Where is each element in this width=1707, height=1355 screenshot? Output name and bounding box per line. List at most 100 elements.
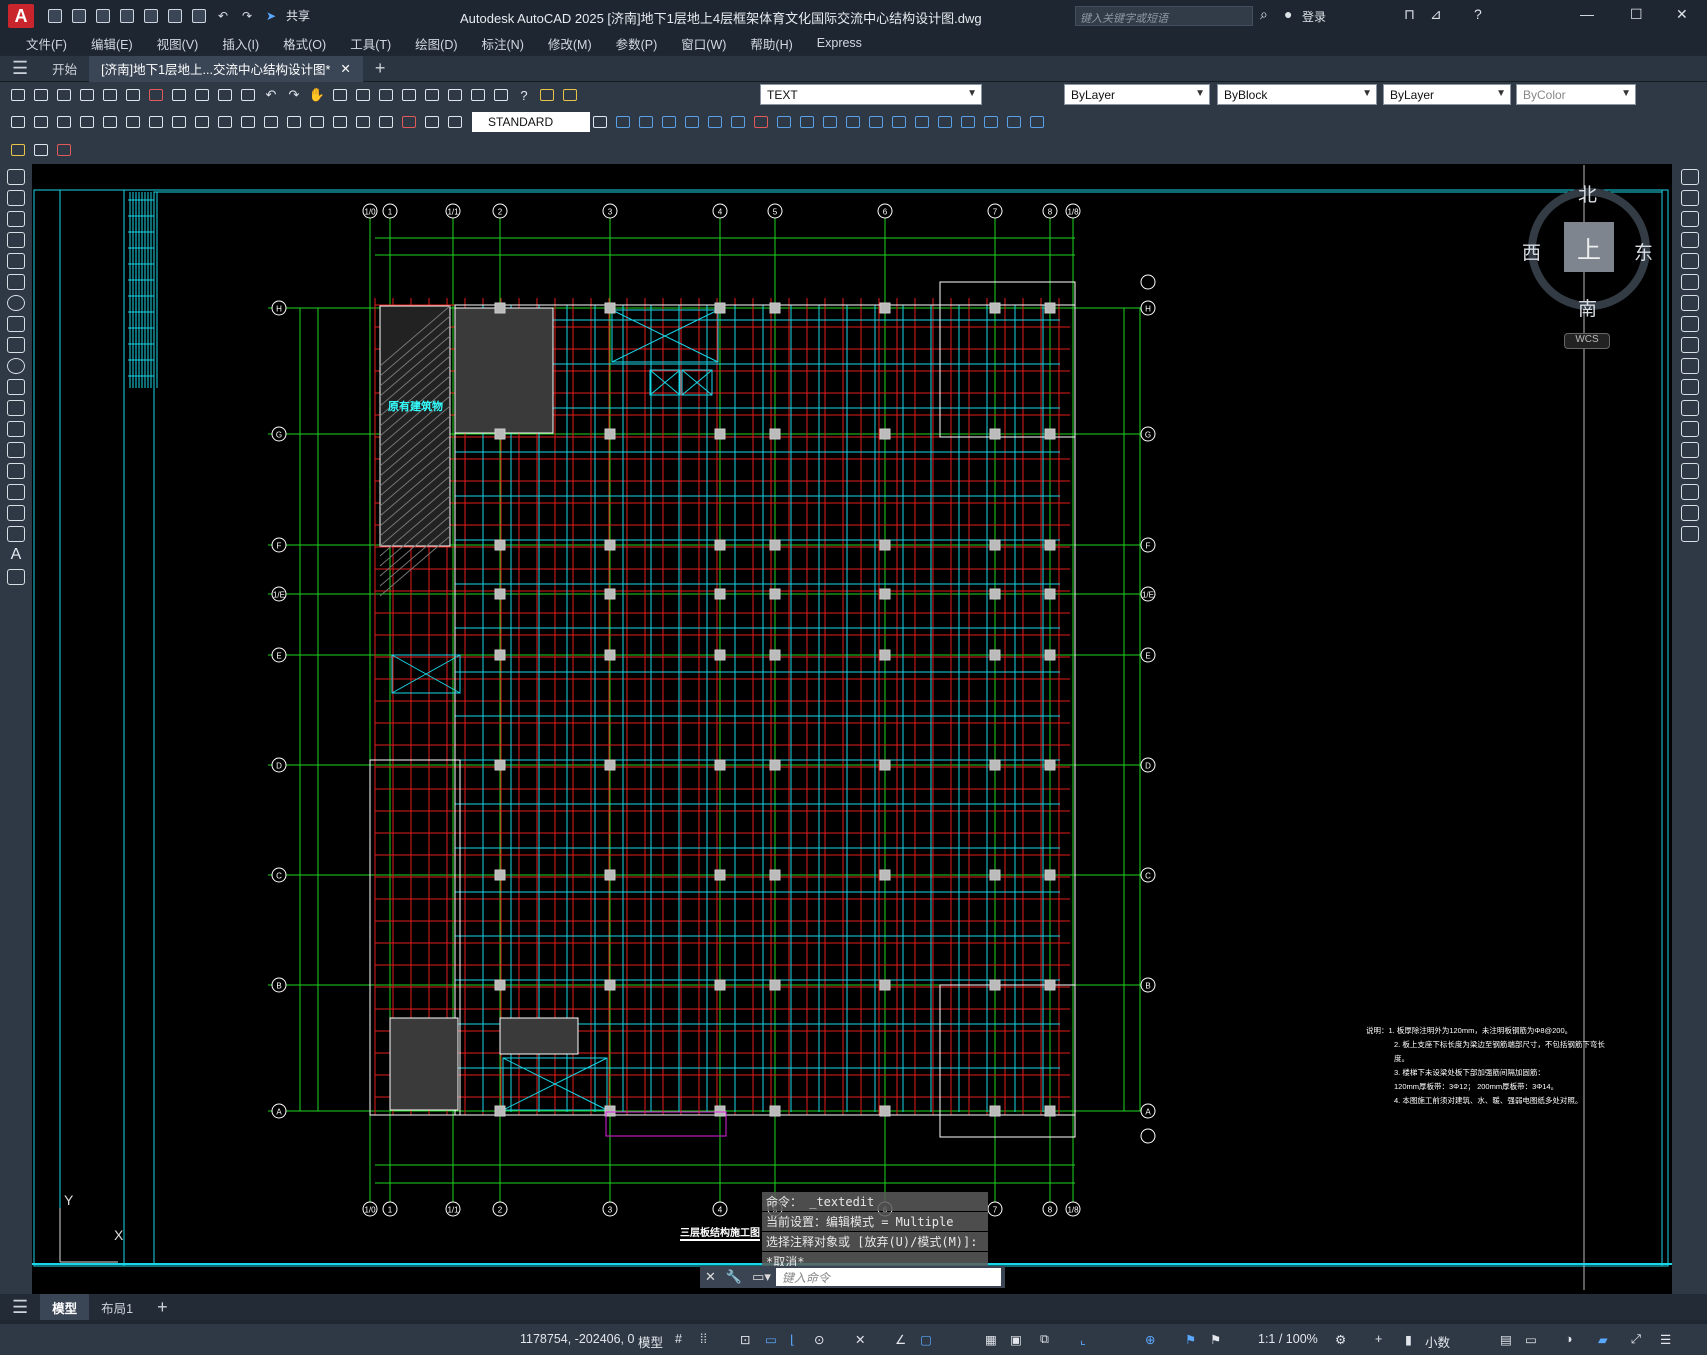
- insert-block-icon[interactable]: [7, 400, 25, 416]
- lock-ui-icon[interactable]: ▭: [1525, 1332, 1537, 1347]
- new-file-icon[interactable]: [46, 7, 64, 25]
- linetype-dropdown[interactable]: ByBlock ▼: [1217, 84, 1377, 105]
- layout-menu-icon[interactable]: ☰: [0, 1297, 40, 1318]
- dim-continue-icon[interactable]: [238, 112, 258, 132]
- dim-ordinate-icon[interactable]: [77, 112, 97, 132]
- compass-south-label[interactable]: 南: [1578, 294, 1597, 321]
- open-icon[interactable]: [31, 85, 51, 105]
- plotstyle-dropdown[interactable]: ByColor ▼: [1516, 84, 1636, 105]
- shell-icon[interactable]: [843, 112, 863, 132]
- delete-face-icon[interactable]: [1027, 112, 1047, 132]
- extend-icon[interactable]: [1680, 379, 1699, 395]
- pan-icon[interactable]: ✋: [307, 85, 327, 105]
- model-space-toggle[interactable]: 模型: [638, 1332, 663, 1351]
- dim-edit-icon[interactable]: [399, 112, 419, 132]
- dim-linear-icon[interactable]: [8, 112, 28, 132]
- layer-props-icon[interactable]: [537, 85, 557, 105]
- dim-diameter-icon[interactable]: [146, 112, 166, 132]
- subtract-icon[interactable]: [636, 112, 656, 132]
- add-selected-icon[interactable]: [7, 569, 25, 585]
- publish-tool-icon[interactable]: [123, 85, 143, 105]
- menu-window[interactable]: 窗口(W): [669, 34, 738, 53]
- mtext-icon[interactable]: A: [0, 546, 32, 564]
- rotate-face-icon[interactable]: [958, 112, 978, 132]
- edit-ref-icon[interactable]: [8, 140, 28, 160]
- union-icon[interactable]: [613, 112, 633, 132]
- customization-icon[interactable]: ☰: [1660, 1332, 1671, 1347]
- command-close-icon[interactable]: ✕: [700, 1269, 721, 1285]
- hatch-icon[interactable]: [7, 463, 25, 479]
- help-tool-icon[interactable]: ?: [514, 85, 534, 105]
- osnap-tracking-icon[interactable]: ∠: [895, 1332, 906, 1347]
- offset-icon[interactable]: [1680, 232, 1699, 248]
- search-icon[interactable]: ⌕: [1260, 6, 1268, 23]
- refedit-save-icon[interactable]: [31, 140, 51, 160]
- print-icon[interactable]: [77, 85, 97, 105]
- blend-curves-icon[interactable]: [1680, 505, 1699, 521]
- dim-break-icon[interactable]: [284, 112, 304, 132]
- slice-icon[interactable]: [705, 112, 725, 132]
- compass-east-label[interactable]: 东: [1634, 238, 1653, 265]
- annotation-scale[interactable]: 1:1 / 100%: [1258, 1332, 1318, 1346]
- menu-tools[interactable]: 工具(T): [338, 34, 403, 53]
- tab-model[interactable]: 模型: [40, 1294, 90, 1320]
- make-block-icon[interactable]: [7, 421, 25, 437]
- ortho-icon[interactable]: ⌊: [790, 1332, 795, 1347]
- dim-jogged-icon[interactable]: [123, 112, 143, 132]
- ellipse-arc-icon[interactable]: [7, 379, 25, 395]
- menu-format[interactable]: 格式(O): [271, 34, 338, 53]
- arc-icon[interactable]: [7, 274, 25, 290]
- grid-icon[interactable]: #: [675, 1332, 682, 1346]
- dim-angular-icon[interactable]: [169, 112, 189, 132]
- pdf-icon[interactable]: [146, 85, 166, 105]
- command-customize-icon[interactable]: 🔧: [721, 1269, 747, 1285]
- properties-icon[interactable]: [399, 85, 419, 105]
- user-icon[interactable]: ●: [1284, 6, 1292, 22]
- tab-close-icon[interactable]: ✕: [340, 61, 350, 76]
- open-file-icon[interactable]: [70, 7, 88, 25]
- qsave-icon[interactable]: [54, 85, 74, 105]
- zoom-realtime-icon[interactable]: [330, 85, 350, 105]
- fillet-icon[interactable]: [1680, 484, 1699, 500]
- minimize-icon[interactable]: —: [1580, 6, 1594, 22]
- spline-icon[interactable]: [7, 337, 25, 353]
- units-dropdown[interactable]: 小数: [1425, 1332, 1450, 1351]
- design-center-icon[interactable]: [422, 85, 442, 105]
- compass-north-label[interactable]: 北: [1578, 180, 1597, 207]
- menu-draw[interactable]: 绘图(D): [403, 34, 469, 53]
- maximize-icon[interactable]: ☐: [1630, 6, 1643, 23]
- taper-face-icon[interactable]: [981, 112, 1001, 132]
- dynamic-input-icon[interactable]: ▭: [765, 1332, 777, 1347]
- point-icon[interactable]: [7, 442, 25, 458]
- gizmo-icon[interactable]: ⊕: [1145, 1332, 1155, 1347]
- close-icon[interactable]: ✕: [1676, 6, 1688, 23]
- dynamic-ucs-icon[interactable]: ⌞: [1080, 1332, 1086, 1347]
- graphics-performance-icon[interactable]: ▰: [1598, 1332, 1608, 1347]
- dim-radius-icon[interactable]: [100, 112, 120, 132]
- menu-help[interactable]: 帮助(H): [738, 34, 804, 53]
- autodesk-app-icon[interactable]: ⊿: [1430, 6, 1442, 23]
- viewcube-top-face[interactable]: 上: [1564, 222, 1614, 272]
- layer-state-icon[interactable]: [560, 85, 580, 105]
- break-at-point-icon[interactable]: [1680, 400, 1699, 416]
- share-icon[interactable]: ➤: [262, 7, 280, 25]
- isodraft-icon[interactable]: ✕: [855, 1332, 865, 1347]
- command-input[interactable]: 键入命令: [775, 1268, 1001, 1286]
- join-icon[interactable]: [1680, 442, 1699, 458]
- erase-icon[interactable]: [1680, 169, 1699, 185]
- save-as-icon[interactable]: [118, 7, 136, 25]
- login-button[interactable]: 登录: [1302, 8, 1326, 25]
- help-icon[interactable]: ?: [1474, 6, 1482, 22]
- offset-face-icon[interactable]: [1004, 112, 1024, 132]
- quick-properties-icon[interactable]: ▤: [1500, 1332, 1512, 1347]
- polygon-icon[interactable]: [7, 232, 25, 248]
- match-prop-icon[interactable]: [238, 85, 258, 105]
- infer-icon[interactable]: ⊡: [740, 1332, 750, 1347]
- copy-face-icon[interactable]: [889, 112, 909, 132]
- imprint-icon[interactable]: [797, 112, 817, 132]
- new-tab-icon[interactable]: +: [363, 56, 398, 82]
- line-icon[interactable]: [7, 169, 25, 185]
- ellipse-icon[interactable]: [7, 358, 25, 374]
- redo-tool-icon[interactable]: ↷: [284, 85, 304, 105]
- 3d-osnap-icon[interactable]: ⧉: [1040, 1332, 1049, 1347]
